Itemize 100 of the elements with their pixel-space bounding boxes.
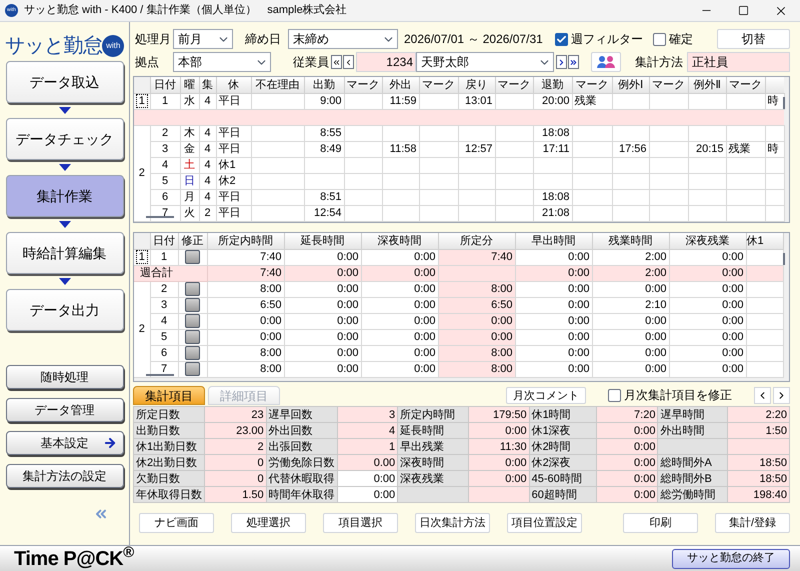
edit-button[interactable] <box>185 362 200 376</box>
employee-code-field[interactable]: 1234 <box>356 52 416 72</box>
table-cell: 21:08 <box>542 207 570 219</box>
table-cell: 0:00 <box>722 315 744 327</box>
table-cell: 3 <box>160 299 168 311</box>
table-cell: 0:00 <box>568 267 590 279</box>
table-cell: 20:00 <box>542 95 570 107</box>
action-button[interactable]: 集計/登録 <box>715 513 790 533</box>
previous-button[interactable] <box>343 55 354 69</box>
column-header: 早出時間 <box>532 234 576 247</box>
action-button[interactable]: 日次集計方法 <box>415 513 490 533</box>
table-cell: 平日 <box>218 95 240 107</box>
summary-value: 0 <box>204 470 266 486</box>
summary-label: 外出時間 <box>660 424 704 436</box>
column-header: 不在理由 <box>256 78 300 91</box>
menu-button[interactable]: 集計方法の設定 <box>6 464 124 488</box>
summary-value: 1 <box>337 438 398 454</box>
scrollbar-thumb[interactable] <box>783 97 785 109</box>
summary-value: 0:00 <box>596 422 658 438</box>
summary-label: 45-60時間 <box>532 472 582 484</box>
table-cell: 8:55 <box>320 127 342 139</box>
edit-button[interactable] <box>185 314 200 328</box>
column-header: 延長時間 <box>300 234 344 247</box>
step-button[interactable]: 時給計算編集 <box>6 232 124 274</box>
edit-button[interactable] <box>185 282 200 296</box>
action-button[interactable]: ナビ画面 <box>139 513 214 533</box>
maximize-icon[interactable] <box>738 5 749 16</box>
table-cell: 0:00 <box>414 299 436 311</box>
step-button[interactable]: データ出力 <box>6 289 124 331</box>
table-cell: 6 <box>160 347 168 359</box>
tab[interactable]: 集計項目 <box>133 386 205 405</box>
action-button[interactable]: 処理選択 <box>231 513 306 533</box>
edit-button[interactable] <box>185 346 200 360</box>
table-cell: 4 <box>204 175 211 187</box>
column-header: 日付 <box>153 234 175 247</box>
chevron-right-icon <box>557 58 566 66</box>
table-cell: 0:00 <box>260 315 282 327</box>
last-button[interactable] <box>568 55 579 69</box>
checkbox-label: 確定 <box>668 31 693 48</box>
summary-label: 休2出勤日数 <box>136 456 198 468</box>
action-button[interactable]: 項目位置設定 <box>507 513 582 533</box>
table-cell: 0:00 <box>722 299 744 311</box>
summary-value: 1:50 <box>728 422 790 438</box>
table-cell: 0:00 <box>337 363 358 375</box>
checkbox[interactable] <box>608 388 621 402</box>
action-button[interactable]: 項目選択 <box>323 513 398 533</box>
site-dropdown[interactable]: 本部 <box>173 52 271 72</box>
step-button[interactable]: データチェック <box>6 118 124 160</box>
monthly-comment-button[interactable]: 月次コメント <box>506 387 586 404</box>
checkbox[interactable] <box>554 32 568 46</box>
edit-button[interactable] <box>185 330 200 344</box>
down-triangle-icon <box>58 107 70 114</box>
menu-button[interactable]: 基本設定 <box>6 431 124 455</box>
menu-button[interactable]: データ管理 <box>6 398 124 422</box>
table-cell: 0:00 <box>414 283 436 295</box>
table-cell: 17:11 <box>542 143 570 155</box>
checkbox-label: 週フィルター <box>570 31 643 48</box>
menu-button[interactable]: 随時処理 <box>6 365 124 389</box>
double-chevron-right-icon <box>569 58 578 66</box>
table-cell: 8:00 <box>260 347 282 359</box>
summary-value: 0:00 <box>337 470 398 486</box>
app-logo: サッと勤怠 <box>4 34 102 59</box>
summary-label: 延長時間 <box>400 424 444 436</box>
month-dropdown[interactable]: 前月 <box>173 29 233 49</box>
table-cell: 0:00 <box>337 315 358 327</box>
table-cell: 17:56 <box>618 143 646 155</box>
edit-button[interactable] <box>185 298 200 312</box>
summary-value: 2:20 <box>728 406 790 422</box>
switch-button[interactable]: 切替 <box>717 29 790 49</box>
scrollbar-thumb[interactable] <box>146 216 174 218</box>
summary-value: 3 <box>337 406 398 422</box>
scrollbar-thumb[interactable] <box>146 374 174 376</box>
column-header: 残業時間 <box>608 234 652 247</box>
table-cell: 0:00 <box>722 347 744 359</box>
employee-dropdown[interactable]: 天野太郎 <box>416 52 554 72</box>
action-button[interactable]: 印刷 <box>623 513 698 533</box>
table-cell: 0:00 <box>491 315 512 327</box>
table-cell: 4 <box>160 315 168 327</box>
column-header: 深夜時間 <box>378 234 422 247</box>
exit-button[interactable]: サッと勤怠の終了 <box>672 548 790 568</box>
summary-value: 0:00 <box>596 454 658 470</box>
table-cell: 平日 <box>218 191 240 203</box>
closing-dropdown[interactable]: 末締め <box>288 29 398 49</box>
table-cell: 8:00 <box>491 347 512 359</box>
table-cell: 4 <box>204 127 211 139</box>
next-button[interactable] <box>556 55 567 69</box>
edit-button[interactable] <box>185 250 200 264</box>
table-cell: 2 <box>204 207 211 219</box>
employee-search-button[interactable] <box>591 52 621 72</box>
table-cell: 0:00 <box>645 331 666 343</box>
down-triangle-icon <box>58 278 70 285</box>
first-button[interactable] <box>331 55 342 69</box>
column-header: 例外Ⅰ <box>618 78 643 91</box>
scrollbar-thumb[interactable] <box>783 253 785 265</box>
checkbox[interactable] <box>652 32 666 46</box>
column-header: 休1 <box>746 234 764 247</box>
summary-label: 総時間外A <box>660 456 712 468</box>
table-cell: 7:40 <box>260 251 282 263</box>
step-button[interactable]: 集計作業 <box>6 175 124 217</box>
step-button[interactable]: データ取込 <box>6 61 124 103</box>
